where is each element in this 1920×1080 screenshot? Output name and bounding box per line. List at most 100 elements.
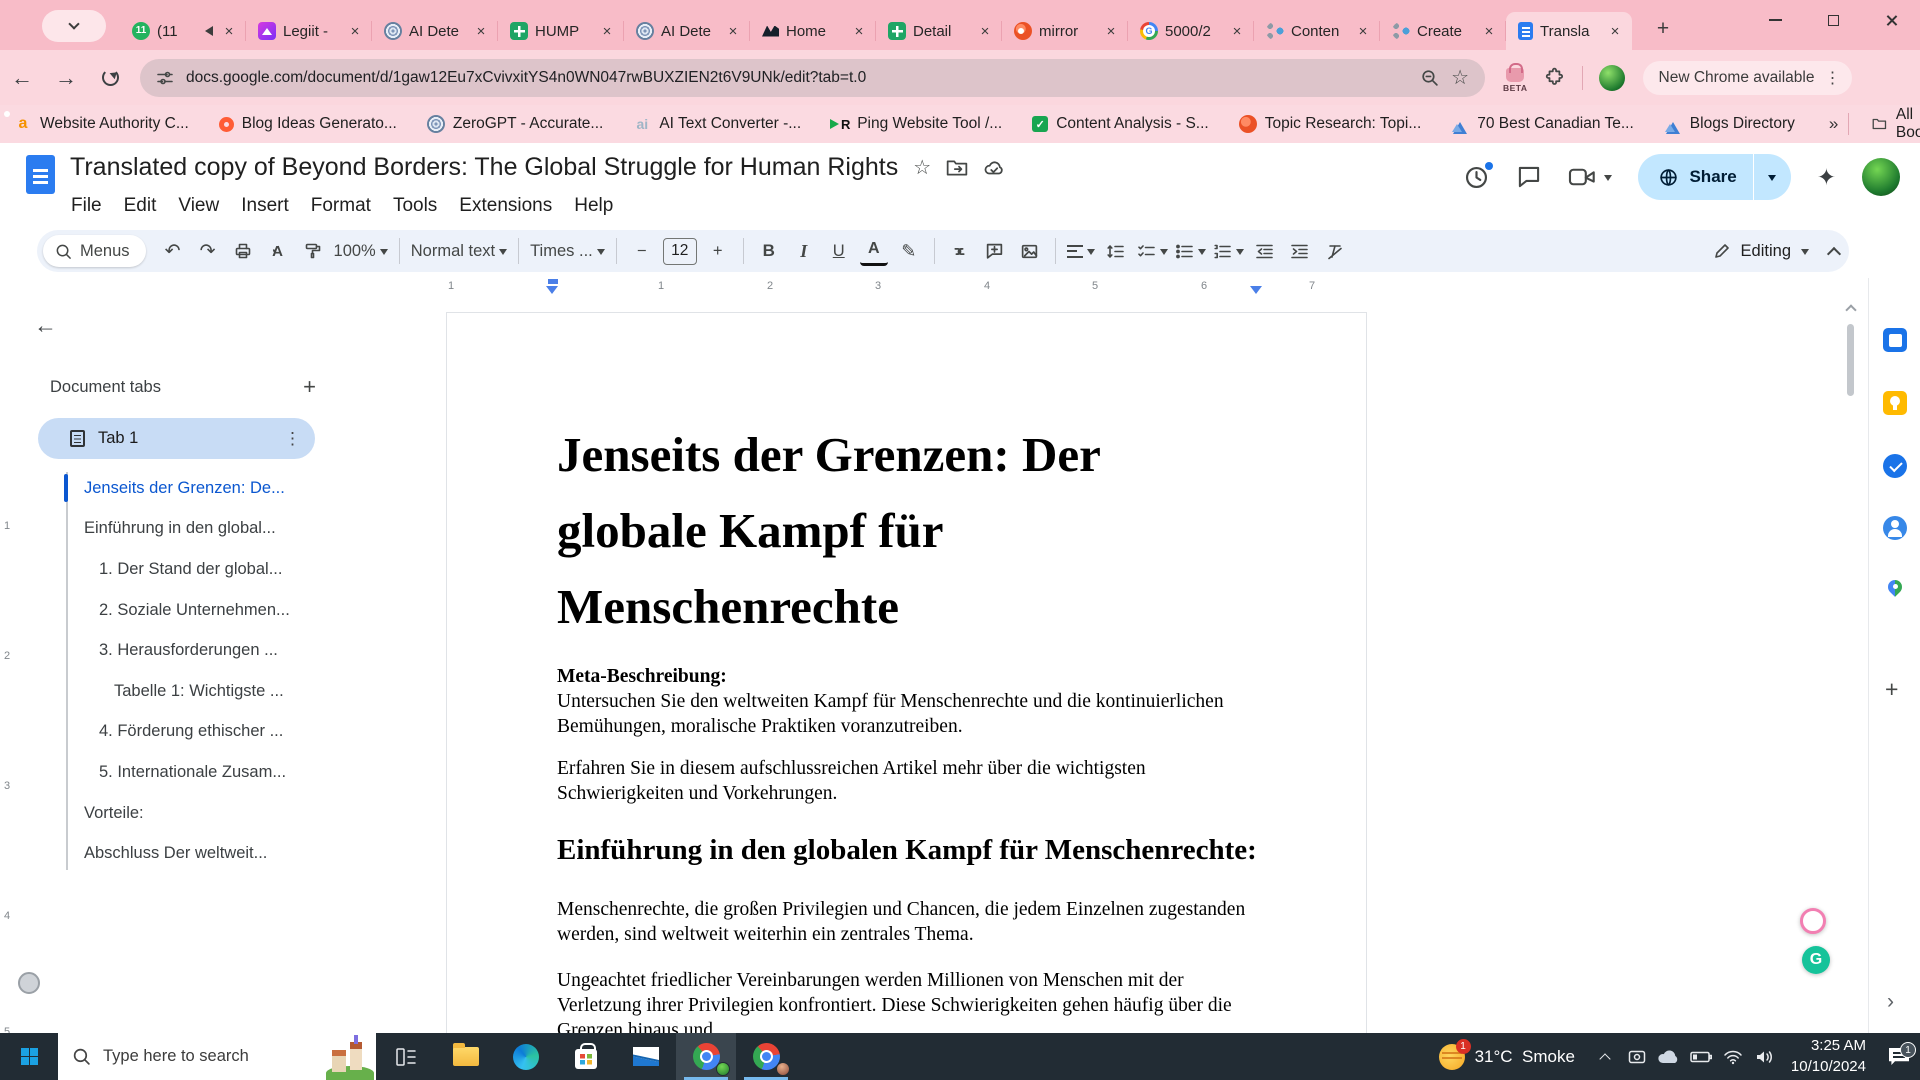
all-bookmarks[interactable]: All Bookmarks xyxy=(1848,106,1920,142)
floating-widget[interactable] xyxy=(18,972,40,994)
outline-item[interactable]: 1. Der Stand der global... xyxy=(64,549,394,590)
browser-tab[interactable]: Detail × xyxy=(876,12,1002,50)
add-tab-button[interactable]: + xyxy=(303,374,316,400)
taskbar-search[interactable]: Type here to search xyxy=(58,1033,376,1080)
outline-item[interactable]: Einführung in den global... xyxy=(64,509,394,550)
page-title[interactable]: Translated copy of Beyond Borders: The G… xyxy=(70,153,898,182)
mail-button[interactable] xyxy=(616,1033,676,1080)
notification-center-button[interactable]: 1 xyxy=(1878,1048,1920,1065)
outline-item[interactable]: 3. Herausforderungen ... xyxy=(64,630,394,671)
right-indent-marker[interactable] xyxy=(1250,286,1262,300)
print-button[interactable] xyxy=(229,236,257,266)
menu-item[interactable]: Tools xyxy=(382,191,448,221)
chrome-button[interactable] xyxy=(676,1033,736,1080)
horizontal-ruler[interactable]: 11234567 xyxy=(446,278,1367,298)
google-docs-icon[interactable] xyxy=(26,155,55,194)
checklist-button[interactable] xyxy=(1137,236,1168,266)
url-text[interactable]: docs.google.com/document/d/1gaw12Eu7xCvi… xyxy=(186,69,1408,87)
outline-item[interactable]: Tabelle 1: Wichtigste ... xyxy=(64,671,394,712)
tab-close-icon[interactable]: × xyxy=(1606,22,1624,40)
text-color-button[interactable]: A xyxy=(860,236,888,266)
browser-tab[interactable]: Conten × xyxy=(1254,12,1380,50)
tab-close-icon[interactable]: × xyxy=(1354,22,1372,40)
audio-speaker-icon[interactable] xyxy=(200,26,213,36)
browser-tab[interactable]: HUMP × xyxy=(498,12,624,50)
line-spacing-button[interactable] xyxy=(1102,236,1130,266)
account-avatar[interactable] xyxy=(1862,158,1900,196)
contacts-icon[interactable] xyxy=(1883,516,1907,540)
align-button[interactable] xyxy=(1067,236,1095,266)
tab-close-icon[interactable]: × xyxy=(598,22,616,40)
menu-item[interactable]: View xyxy=(167,191,230,221)
meet-call-button[interactable] xyxy=(1568,165,1612,189)
menu-item[interactable]: Help xyxy=(563,191,624,221)
keep-icon[interactable] xyxy=(1883,391,1907,415)
outline-item[interactable]: 2. Soziale Unternehmen... xyxy=(64,590,394,631)
onedrive-button[interactable] xyxy=(1653,1033,1685,1080)
tab-close-icon[interactable]: × xyxy=(220,22,238,40)
increase-indent-button[interactable] xyxy=(1286,236,1314,266)
numbered-list-button[interactable] xyxy=(1213,236,1244,266)
back-button[interactable]: ← xyxy=(0,56,44,100)
hide-menus-icon[interactable] xyxy=(1827,247,1841,261)
update-chrome-chip[interactable]: New Chrome available ⋮ xyxy=(1643,61,1853,95)
bookmark-item[interactable]: a Website Authority C... xyxy=(14,115,189,133)
bookmark-item[interactable]: Blog Ideas Generato... xyxy=(219,115,397,133)
scroll-up-arrow[interactable] xyxy=(1845,304,1856,315)
browser-tab[interactable]: AI Dete × xyxy=(624,12,750,50)
cloud-status-icon[interactable] xyxy=(983,159,1005,177)
wifi-button[interactable] xyxy=(1717,1033,1749,1080)
comments-button[interactable] xyxy=(1516,164,1542,190)
bookmark-item[interactable]: ✓ Content Analysis - S... xyxy=(1032,115,1209,133)
paragraph-style-select[interactable]: Normal text xyxy=(411,236,507,266)
scrollbar-thumb[interactable] xyxy=(1847,324,1854,396)
menu-item[interactable]: File xyxy=(60,191,113,221)
hide-side-panel-icon[interactable]: › xyxy=(1887,990,1894,1014)
tab-close-icon[interactable]: × xyxy=(346,22,364,40)
tab-close-icon[interactable]: × xyxy=(724,22,742,40)
grammarly-button[interactable]: G xyxy=(1802,946,1830,974)
tab-close-icon[interactable]: × xyxy=(976,22,994,40)
close-button[interactable] xyxy=(1862,0,1920,40)
zoom-icon[interactable] xyxy=(1420,68,1439,87)
new-tab-button[interactable]: + xyxy=(1648,14,1678,44)
editing-mode-select[interactable]: Editing xyxy=(1707,242,1815,261)
star-document-icon[interactable]: ☆ xyxy=(913,155,931,180)
store-button[interactable] xyxy=(556,1033,616,1080)
highlight-color-button[interactable]: ✎ xyxy=(895,236,923,266)
decrease-indent-button[interactable] xyxy=(1251,236,1279,266)
gemini-sparkle-icon[interactable]: ✦ xyxy=(1817,164,1836,191)
profile-avatar[interactable] xyxy=(1599,65,1625,91)
undo-button[interactable]: ↶ xyxy=(159,236,187,266)
zoom-select[interactable]: 100% xyxy=(334,236,388,266)
underline-button[interactable]: U xyxy=(825,236,853,266)
weather-widget[interactable]: 1 31°C Smoke xyxy=(1425,1033,1589,1080)
share-button[interactable]: Share xyxy=(1638,154,1790,200)
version-history-button[interactable] xyxy=(1463,164,1490,191)
taskbar-clock[interactable]: 3:25 AM 10/10/2024 xyxy=(1781,1036,1878,1077)
decrease-font-button[interactable]: − xyxy=(628,236,656,266)
browser-tab[interactable]: Create × xyxy=(1380,12,1506,50)
browser-menu-icon[interactable]: ⋮ xyxy=(1824,68,1840,88)
menu-item[interactable]: Extensions xyxy=(448,191,563,221)
outline-item[interactable]: 4. Förderung ethischer ... xyxy=(64,712,394,753)
insert-image-button[interactable] xyxy=(1016,236,1044,266)
browser-tab[interactable]: Home × xyxy=(750,12,876,50)
extension-floating-button[interactable] xyxy=(1800,908,1826,934)
browser-tab[interactable]: G 5000/2 × xyxy=(1128,12,1254,50)
start-button[interactable] xyxy=(0,1033,58,1080)
increase-font-button[interactable]: + xyxy=(704,236,732,266)
bookmark-item[interactable]: Topic Research: Topi... xyxy=(1239,115,1422,133)
add-addon-button[interactable]: + xyxy=(1885,676,1898,703)
browser-tab[interactable]: Transla × xyxy=(1506,12,1632,50)
bookmark-item[interactable]: ai AI Text Converter -... xyxy=(633,115,801,133)
document-tab-1[interactable]: Tab 1 ⋮ xyxy=(38,418,315,459)
first-line-indent-marker[interactable] xyxy=(548,279,558,284)
left-indent-marker[interactable] xyxy=(546,286,558,300)
menu-item[interactable]: Format xyxy=(300,191,382,221)
clear-formatting-button[interactable] xyxy=(1321,236,1349,266)
tab-close-icon[interactable]: × xyxy=(1228,22,1246,40)
redo-button[interactable]: ↷ xyxy=(194,236,222,266)
bookmark-item[interactable]: 70 Best Canadian Te... xyxy=(1451,115,1634,133)
bulleted-list-button[interactable] xyxy=(1175,236,1206,266)
